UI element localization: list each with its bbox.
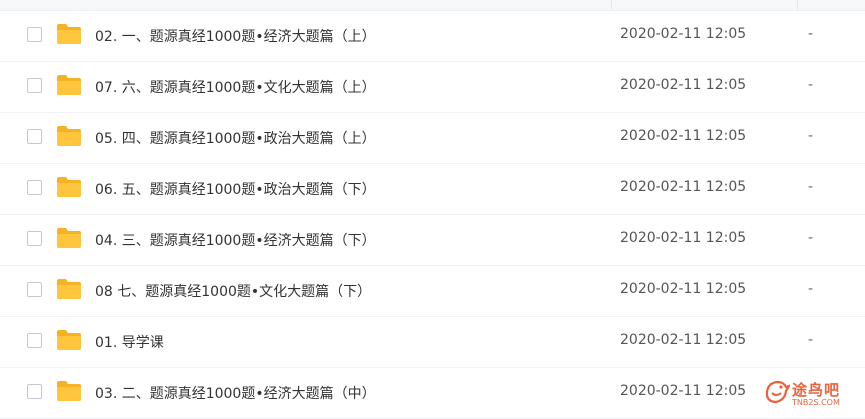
folder-icon xyxy=(57,24,81,44)
folder-icon xyxy=(57,228,81,248)
file-row[interactable]: 07. 六、题源真经1000题•文化大题篇（上） 2020-02-11 12:0… xyxy=(0,62,865,113)
modified-date: 2020-02-11 12:05 xyxy=(620,332,747,348)
modified-date: 2020-02-11 12:05 xyxy=(620,128,747,144)
file-name[interactable]: 03. 二、题源真经1000题•经济大题篇（中） xyxy=(95,383,376,403)
file-name[interactable]: 05. 四、题源真经1000题•政治大题篇（上） xyxy=(95,128,376,148)
file-row[interactable]: 05. 四、题源真经1000题•政治大题篇（上） 2020-02-11 12:0… xyxy=(0,113,865,164)
file-name[interactable]: 04. 三、题源真经1000题•经济大题篇（下） xyxy=(95,230,376,250)
row-checkbox[interactable] xyxy=(27,27,42,42)
modified-date: 2020-02-11 12:05 xyxy=(620,77,747,93)
column-divider xyxy=(611,0,612,10)
folder-icon xyxy=(57,381,81,401)
file-name[interactable]: 02. 一、题源真经1000题•经济大题篇（上） xyxy=(95,26,376,46)
row-checkbox[interactable] xyxy=(27,129,42,144)
watermark: 途鸟吧 TNB2S.COM xyxy=(764,376,862,410)
file-row[interactable]: 08 七、题源真经1000题•文化大题篇（下） 2020-02-11 12:05… xyxy=(0,266,865,317)
watermark-text: 途鸟吧 xyxy=(792,381,841,399)
watermark-subtext: TNB2S.COM xyxy=(792,398,840,407)
file-size: - xyxy=(808,230,814,246)
modified-date: 2020-02-11 12:05 xyxy=(620,281,747,297)
file-size: - xyxy=(808,281,814,297)
folder-icon xyxy=(57,75,81,95)
file-name[interactable]: 06. 五、题源真经1000题•政治大题篇（下） xyxy=(95,179,376,199)
folder-icon xyxy=(57,330,81,350)
folder-icon xyxy=(57,126,81,146)
row-checkbox[interactable] xyxy=(27,231,42,246)
file-name[interactable]: 01. 导学课 xyxy=(95,332,164,352)
column-divider xyxy=(797,0,798,10)
file-row[interactable]: 03. 二、题源真经1000题•经济大题篇（中） 2020-02-11 12:0… xyxy=(0,368,865,419)
file-name[interactable]: 08 七、题源真经1000题•文化大题篇（下） xyxy=(95,281,371,301)
row-checkbox[interactable] xyxy=(27,282,42,297)
column-header-strip xyxy=(0,0,865,11)
folder-icon xyxy=(57,177,81,197)
file-row[interactable]: 06. 五、题源真经1000题•政治大题篇（下） 2020-02-11 12:0… xyxy=(0,164,865,215)
folder-icon xyxy=(57,279,81,299)
row-checkbox[interactable] xyxy=(27,333,42,348)
modified-date: 2020-02-11 12:05 xyxy=(620,383,747,399)
file-list: 02. 一、题源真经1000题•经济大题篇（上） 2020-02-11 12:0… xyxy=(0,11,865,419)
file-name[interactable]: 07. 六、题源真经1000题•文化大题篇（上） xyxy=(95,77,376,97)
row-checkbox[interactable] xyxy=(27,78,42,93)
file-size: - xyxy=(808,77,814,93)
file-row[interactable]: 02. 一、题源真经1000题•经济大题篇（上） 2020-02-11 12:0… xyxy=(0,11,865,62)
modified-date: 2020-02-11 12:05 xyxy=(620,26,747,42)
file-size: - xyxy=(808,179,814,195)
row-checkbox[interactable] xyxy=(27,384,42,399)
modified-date: 2020-02-11 12:05 xyxy=(620,230,747,246)
file-size: - xyxy=(808,128,814,144)
bird-logo-icon xyxy=(765,380,790,404)
file-size: - xyxy=(808,26,814,42)
file-size: - xyxy=(808,332,814,348)
modified-date: 2020-02-11 12:05 xyxy=(620,179,747,195)
file-row[interactable]: 04. 三、题源真经1000题•经济大题篇（下） 2020-02-11 12:0… xyxy=(0,215,865,266)
row-checkbox[interactable] xyxy=(27,180,42,195)
file-row[interactable]: 01. 导学课 2020-02-11 12:05 - xyxy=(0,317,865,368)
